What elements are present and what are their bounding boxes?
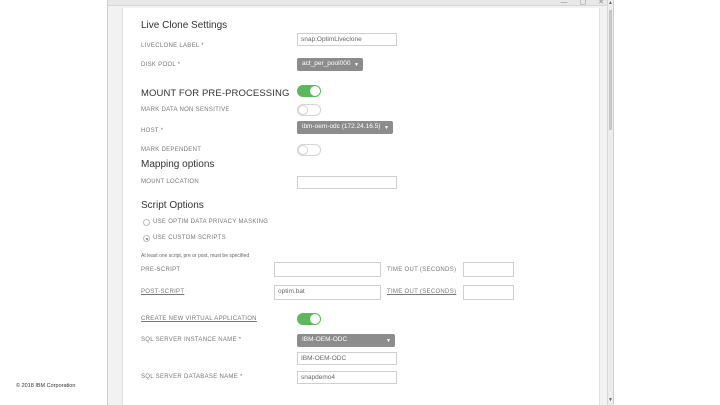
radio-masking[interactable] [143,219,150,226]
window-title-bar: — ▢ ✕ [108,0,613,6]
mount-location-label: MOUNT LOCATION [141,179,199,185]
section-title-mapping: Mapping options [141,159,215,170]
post-script-timeout-input[interactable] [463,285,514,300]
sql-instance-dropdown[interactable]: IBM-OEM-ODC ▼ [297,334,395,347]
window-controls[interactable]: — ▢ ✕ [561,0,609,6]
pre-script-timeout-label: TIME OUT (SECONDS) [387,267,457,273]
chevron-down-icon: ▼ [384,125,389,131]
chevron-down-icon: ▼ [354,62,359,68]
script-requirement-note: At least one script, pre or post, must b… [141,253,250,259]
section-title-pre-processing: MOUNT FOR PRE-PROCESSING [141,88,290,99]
toggle-knob [298,145,308,155]
radio-custom-scripts-label[interactable]: USE CUSTOM SCRIPTS [153,235,226,241]
radio-custom-scripts[interactable] [143,235,150,242]
sql-instance-text-input[interactable]: IBM-OEM-ODC [297,352,397,365]
chevron-up-icon[interactable]: ▲ [608,0,613,8]
disk-pool-label: DISK POOL * [141,62,181,68]
liveclone-label-label: LIVECLONE LABEL * [141,43,204,49]
host-label: HOST * [141,128,164,134]
disk-pool-dropdown[interactable]: act_per_pool000 ▼ [297,58,363,71]
toggle-knob [298,105,308,115]
pre-script-input[interactable] [274,262,381,277]
toggle-knob [310,314,320,324]
mark-dependent-label: MARK DEPENDENT [141,147,202,153]
sql-instance-value: IBM-OEM-ODC [302,336,348,343]
create-virtual-app-toggle[interactable] [297,313,321,325]
sql-database-input[interactable]: snapdemo4 [297,371,397,384]
pre-script-timeout-input[interactable] [463,262,514,277]
sql-database-label: SQL SERVER DATABASE NAME * [141,374,243,380]
chevron-down-icon: ▼ [386,338,391,344]
radio-masking-label[interactable]: USE OPTIM DATA PRIVACY MASKING [153,219,268,225]
post-script-input[interactable]: optim.bat [274,285,381,300]
post-script-label: POST-SCRIPT [141,289,185,295]
host-dropdown[interactable]: ibm-oem-odc (172.24.16.5) ▼ [297,121,393,134]
sql-instance-label: SQL SERVER INSTANCE NAME * [141,337,242,343]
mount-location-input[interactable] [297,176,397,189]
mark-non-sensitive-label: MARK DATA NON SENSITIVE [141,107,230,113]
scrollbar-thumb[interactable] [609,10,612,130]
vertical-scrollbar[interactable]: ▲ ▼ [607,0,613,405]
create-virtual-app-label: CREATE NEW VIRTUAL APPLICATION [141,316,257,322]
liveclone-label-input[interactable]: snap:OptimLiveclone [297,33,397,46]
toggle-knob [310,86,320,96]
pre-script-label: PRE-SCRIPT [141,267,181,273]
section-title-script-options: Script Options [141,200,204,211]
post-script-timeout-label: TIME OUT (SECONDS) [387,289,457,295]
mark-dependent-toggle[interactable] [297,144,321,156]
host-value: ibm-oem-odc (172.24.16.5) [302,123,381,130]
copyright-footer: © 2018 IBM Corporation [16,383,76,389]
chevron-down-icon[interactable]: ▼ [608,397,613,405]
disk-pool-value: act_per_pool000 [302,60,351,67]
mark-non-sensitive-toggle[interactable] [297,104,321,116]
section-title-live-clone: Live Clone Settings [141,20,228,31]
app-window: — ▢ ✕ Live Clone Settings LIVECLONE LABE… [107,0,614,405]
live-clone-form: Live Clone Settings LIVECLONE LABEL * sn… [122,8,600,405]
pre-processing-toggle[interactable] [297,85,321,97]
